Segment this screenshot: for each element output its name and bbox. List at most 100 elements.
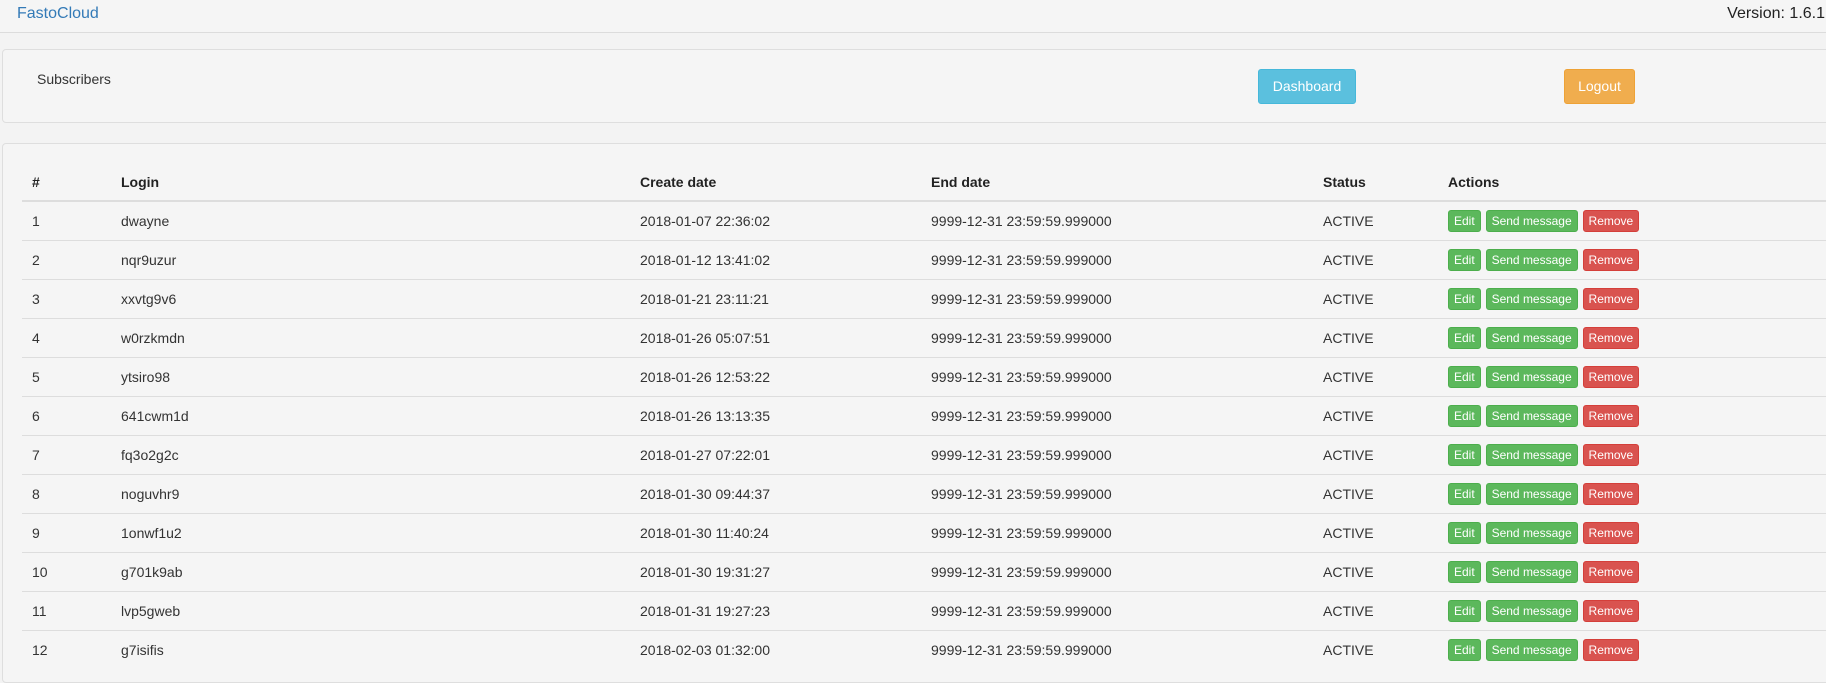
remove-button[interactable]: Remove (1582, 638, 1640, 661)
row-login: 1onwf1u2 (111, 512, 630, 552)
row-end-date: 9999-12-31 23:59:59.999000 (921, 473, 1313, 513)
column-header-end-date: End date (921, 164, 1313, 202)
subscribers-label: Subscribers (37, 71, 111, 87)
edit-button[interactable]: Edit (1448, 287, 1481, 310)
remove-button[interactable]: Remove (1582, 326, 1640, 349)
row-number: 10 (22, 551, 111, 591)
remove-button[interactable]: Remove (1582, 599, 1640, 622)
row-status: ACTIVE (1313, 512, 1438, 552)
remove-button[interactable]: Remove (1582, 482, 1640, 505)
table-row: 5 ytsiro98 2018-01-26 12:53:22 9999-12-31 2… (22, 356, 1826, 396)
send-message-button[interactable]: Send message (1485, 599, 1578, 622)
row-create-date: 2018-01-12 13:41:02 (630, 239, 921, 279)
row-number: 12 (22, 629, 111, 669)
edit-button[interactable]: Edit (1448, 482, 1481, 505)
row-end-date: 9999-12-31 23:59:59.999000 (921, 317, 1313, 357)
table-row: 4 w0rzkmdn 2018-01-26 05:07:51 9999-12-31 2… (22, 317, 1826, 357)
send-message-button[interactable]: Send message (1485, 638, 1578, 661)
table-row: 12 g7isifis 2018-02-03 01:32:00 9999-12-31 … (22, 629, 1826, 669)
remove-button[interactable]: Remove (1582, 248, 1640, 271)
row-status: ACTIVE (1313, 239, 1438, 279)
row-actions: Edit Send message Remove (1438, 395, 1826, 435)
dashboard-button[interactable]: Dashboard (1258, 69, 1356, 104)
row-end-date: 9999-12-31 23:59:59.999000 (921, 629, 1313, 669)
row-create-date: 2018-01-30 19:31:27 (630, 551, 921, 591)
remove-button[interactable]: Remove (1582, 404, 1640, 427)
send-message-button[interactable]: Send message (1485, 521, 1578, 544)
table-row: 11 lvp5gweb 2018-01-31 19:27:23 9999-12-31 … (22, 590, 1826, 630)
table-row: 10 g701k9ab 2018-01-30 19:31:27 9999-12-31 … (22, 551, 1826, 591)
row-create-date: 2018-01-21 23:11:21 (630, 278, 921, 318)
column-header-login: Login (111, 164, 630, 202)
row-status: ACTIVE (1313, 278, 1438, 318)
remove-button[interactable]: Remove (1582, 521, 1640, 544)
column-header-create-date: Create date (630, 164, 921, 202)
table-row: 9 1onwf1u2 2018-01-30 11:40:24 9999-12-31 2… (22, 512, 1826, 552)
row-login: dwayne (111, 200, 630, 240)
row-actions: Edit Send message Remove (1438, 629, 1826, 669)
remove-button[interactable]: Remove (1582, 365, 1640, 388)
row-actions: Edit Send message Remove (1438, 200, 1826, 240)
column-header-status: Status (1313, 164, 1438, 202)
row-status: ACTIVE (1313, 590, 1438, 630)
row-end-date: 9999-12-31 23:59:59.999000 (921, 590, 1313, 630)
row-create-date: 2018-01-27 07:22:01 (630, 434, 921, 474)
row-create-date: 2018-01-31 19:27:23 (630, 590, 921, 630)
table-row: 3 xxvtg9v6 2018-01-21 23:11:21 9999-12-31 2… (22, 278, 1826, 318)
row-number: 11 (22, 590, 111, 630)
table-row: 1 dwayne 2018-01-07 22:36:02 9999-12-31 23:… (22, 200, 1826, 240)
edit-button[interactable]: Edit (1448, 560, 1481, 583)
send-message-button[interactable]: Send message (1485, 482, 1578, 505)
row-end-date: 9999-12-31 23:59:59.999000 (921, 200, 1313, 240)
send-message-button[interactable]: Send message (1485, 443, 1578, 466)
edit-button[interactable]: Edit (1448, 326, 1481, 349)
send-message-button[interactable]: Send message (1485, 365, 1578, 388)
row-actions: Edit Send message Remove (1438, 278, 1826, 318)
subscribers-table: # Login Create date End date Status Acti… (22, 164, 1826, 669)
edit-button[interactable]: Edit (1448, 638, 1481, 661)
row-login: lvp5gweb (111, 590, 630, 630)
send-message-button[interactable]: Send message (1485, 248, 1578, 271)
remove-button[interactable]: Remove (1582, 560, 1640, 583)
send-message-button[interactable]: Send message (1485, 326, 1578, 349)
row-end-date: 9999-12-31 23:59:59.999000 (921, 278, 1313, 318)
remove-button[interactable]: Remove (1582, 443, 1640, 466)
edit-button[interactable]: Edit (1448, 599, 1481, 622)
row-create-date: 2018-01-30 09:44:37 (630, 473, 921, 513)
row-status: ACTIVE (1313, 356, 1438, 396)
edit-button[interactable]: Edit (1448, 443, 1481, 466)
logout-button[interactable]: Logout (1564, 69, 1635, 104)
row-number: 3 (22, 278, 111, 318)
send-message-button[interactable]: Send message (1485, 209, 1578, 232)
row-number: 1 (22, 200, 111, 240)
row-actions: Edit Send message Remove (1438, 434, 1826, 474)
row-actions: Edit Send message Remove (1438, 317, 1826, 357)
send-message-button[interactable]: Send message (1485, 404, 1578, 427)
edit-button[interactable]: Edit (1448, 209, 1481, 232)
row-status: ACTIVE (1313, 395, 1438, 435)
row-end-date: 9999-12-31 23:59:59.999000 (921, 512, 1313, 552)
edit-button[interactable]: Edit (1448, 248, 1481, 271)
send-message-button[interactable]: Send message (1485, 560, 1578, 583)
row-status: ACTIVE (1313, 434, 1438, 474)
brand-link[interactable]: FastoCloud (17, 5, 99, 23)
row-number: 5 (22, 356, 111, 396)
edit-button[interactable]: Edit (1448, 521, 1481, 544)
row-actions: Edit Send message Remove (1438, 512, 1826, 552)
remove-button[interactable]: Remove (1582, 287, 1640, 310)
row-end-date: 9999-12-31 23:59:59.999000 (921, 434, 1313, 474)
table-header-row: # Login Create date End date Status Acti… (22, 164, 1826, 202)
row-actions: Edit Send message Remove (1438, 590, 1826, 630)
row-status: ACTIVE (1313, 200, 1438, 240)
edit-button[interactable]: Edit (1448, 365, 1481, 388)
row-number: 7 (22, 434, 111, 474)
remove-button[interactable]: Remove (1582, 209, 1640, 232)
row-create-date: 2018-01-26 12:53:22 (630, 356, 921, 396)
edit-button[interactable]: Edit (1448, 404, 1481, 427)
row-login: xxvtg9v6 (111, 278, 630, 318)
row-status: ACTIVE (1313, 551, 1438, 591)
row-number: 2 (22, 239, 111, 279)
table-row: 8 noguvhr9 2018-01-30 09:44:37 9999-12-31 2… (22, 473, 1826, 513)
send-message-button[interactable]: Send message (1485, 287, 1578, 310)
row-status: ACTIVE (1313, 317, 1438, 357)
